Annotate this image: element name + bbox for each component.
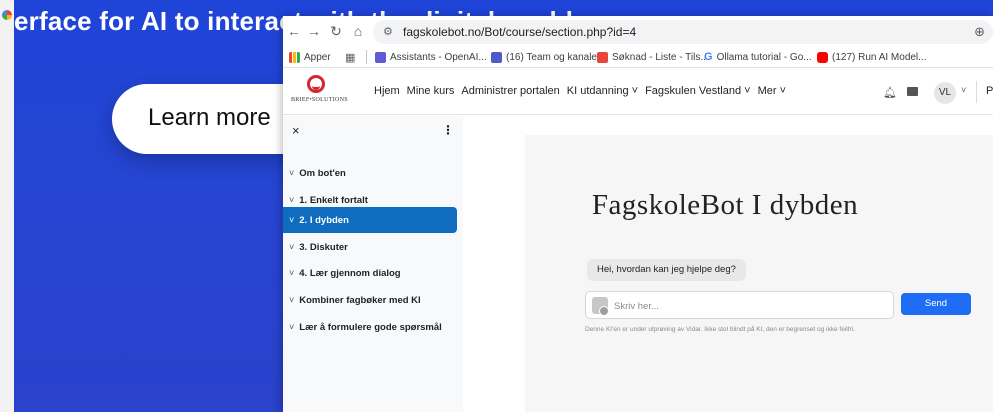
openai-icon xyxy=(375,51,386,63)
forward-icon[interactable]: → xyxy=(305,22,323,40)
browser-window: ← → ↻ ⌂ ⚙ fagskolebot.no/Bot/course/sect… xyxy=(283,16,993,412)
bookmark-openai[interactable]: Assistants - OpenAI... xyxy=(375,50,487,64)
grid-icon: ▦ xyxy=(345,51,356,64)
background-left-strip xyxy=(0,0,14,412)
header-divider xyxy=(976,81,977,103)
close-icon[interactable]: × xyxy=(292,123,300,138)
primary-navigation: Hjem Mine kurs Administrer portalen KI u… xyxy=(374,85,793,97)
sidebar-item-om-boten[interactable]: ˅ Om bot'en xyxy=(283,160,457,186)
chevron-icon: ˅ xyxy=(289,268,295,278)
chevron-icon: ˅ xyxy=(289,215,295,225)
nav-administrer-portalen[interactable]: Administrer portalen xyxy=(461,85,559,97)
sidebar-item-laer-a-formulere[interactable]: ˅ Lær å formulere gode spørsmål xyxy=(283,314,457,340)
bookmark-apps[interactable]: Apper xyxy=(289,50,331,64)
google-icon: G xyxy=(704,51,713,63)
nav-fagskulen-vestland[interactable]: Fagskulen Vestland ˅ xyxy=(645,85,751,97)
bookmark-teams[interactable]: (16) Team og kanale... xyxy=(491,50,605,64)
nav-ki-utdanning[interactable]: KI utdanning ˅ xyxy=(567,85,638,97)
sidebar-item-i-dybden[interactable]: ˅ 2. I dybden xyxy=(283,207,457,233)
bookmarks-bar: Apper ▦ Assistants - OpenAI... (16) Team… xyxy=(283,46,993,68)
sidebar-item-diskuter[interactable]: ˅ 3. Diskuter xyxy=(283,234,457,260)
teams-icon xyxy=(491,51,502,63)
url-bar[interactable]: ⚙ fagskolebot.no/Bot/course/section.php?… xyxy=(373,20,993,44)
zoom-icon[interactable]: ⊕ xyxy=(974,24,985,40)
bookmark-ollama[interactable]: G Ollama tutorial - Go... xyxy=(704,50,812,64)
send-button[interactable]: Send xyxy=(901,293,971,315)
chevron-icon: ˅ xyxy=(289,168,295,178)
sidebar-item-kombiner-fagboker[interactable]: ˅ Kombiner fagbøker med KI xyxy=(283,287,457,313)
youtube-icon xyxy=(817,51,828,63)
chevron-icon: ˅ xyxy=(289,242,295,252)
brief-solutions-logo[interactable]: BRIEF•SOLUTIONS xyxy=(291,75,348,111)
disclaimer-text: Denne KI'en er under utprøving av Vidar.… xyxy=(585,326,855,333)
chevron-icon: ˅ xyxy=(289,295,295,305)
course-index-drawer: × ⋮ ˅ Om bot'en ˅ 1. Enkelt fortalt ˅ 2.… xyxy=(283,116,463,412)
home-icon[interactable]: ⌂ xyxy=(349,22,367,40)
nav-mine-kurs[interactable]: Mine kurs xyxy=(407,85,455,97)
address-bar-row: ← → ↻ ⌂ ⚙ fagskolebot.no/Bot/course/sect… xyxy=(283,16,993,46)
notifications-bell-icon[interactable]: 🔔︎ xyxy=(883,86,897,99)
chevron-down-icon[interactable]: ˅ xyxy=(961,85,966,95)
back-icon[interactable]: ← xyxy=(285,22,303,40)
chat-input-wrapper xyxy=(585,291,894,319)
site-header: BRIEF•SOLUTIONS Hjem Mine kurs Administr… xyxy=(283,69,993,115)
user-icon xyxy=(592,297,609,316)
bookmark-youtube[interactable]: (127) Run AI Model... xyxy=(817,50,927,64)
more-options-icon[interactable]: ⋮ xyxy=(442,123,454,137)
soknad-icon xyxy=(597,51,608,63)
logo-mark-icon xyxy=(307,75,325,93)
chevron-icon: ˅ xyxy=(289,195,295,205)
apps-grid-icon xyxy=(289,51,300,63)
nav-hjem[interactable]: Hjem xyxy=(374,85,400,97)
bookmark-separator xyxy=(366,50,367,64)
bot-message: Hei, hvordan kan jeg hjelpe deg? xyxy=(587,259,746,281)
sidebar-item-laer-gjennom-dialog[interactable]: ˅ 4. Lær gjennom dialog xyxy=(283,260,457,286)
site-info-icon[interactable]: ⚙ xyxy=(383,25,397,39)
reload-icon[interactable]: ↻ xyxy=(327,22,345,40)
header-right-letter: P xyxy=(986,85,993,97)
chatbot-card: FagskoleBot I dybden Hei, hvordan kan je… xyxy=(525,135,993,412)
learn-more-label: Learn more xyxy=(148,104,271,131)
chrome-logo-icon xyxy=(2,10,12,20)
url-text: fagskolebot.no/Bot/course/section.php?id… xyxy=(403,25,637,39)
page-title: FagskoleBot I dybden xyxy=(591,189,859,221)
main-content: FagskoleBot I dybden Hei, hvordan kan je… xyxy=(463,116,993,412)
chevron-icon: ˅ xyxy=(289,322,295,332)
bookmark-grid[interactable]: ▦ xyxy=(345,50,355,64)
messages-icon[interactable] xyxy=(907,87,918,96)
bookmark-soknad[interactable]: Søknad - Liste - Tils... xyxy=(597,50,709,64)
chat-input[interactable] xyxy=(614,298,884,314)
nav-mer[interactable]: Mer ˅ xyxy=(758,85,786,97)
user-avatar[interactable]: VL xyxy=(934,82,956,104)
